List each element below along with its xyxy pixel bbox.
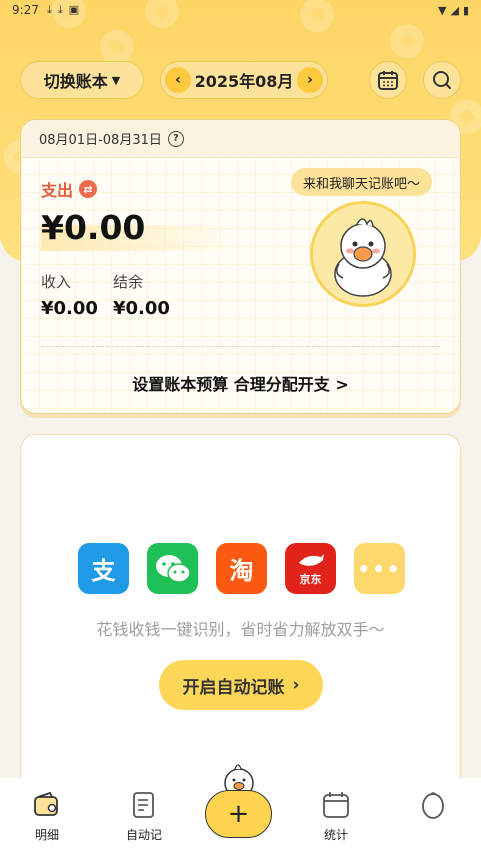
search-icon	[433, 71, 451, 89]
app-icon-row: 支 淘 京东 •••	[78, 543, 405, 594]
signal-icon: ◢	[450, 3, 459, 17]
enable-auto-record-button[interactable]: 开启自动记账 ›	[159, 660, 323, 710]
help-icon[interactable]: ?	[167, 130, 184, 147]
nav-details[interactable]: 明细	[15, 790, 79, 843]
wifi-icon: ▼	[438, 3, 447, 17]
jd-dog-icon	[298, 553, 324, 566]
wechat-icon	[147, 543, 198, 594]
taobao-icon: 淘	[216, 543, 267, 594]
balance-label: 结余	[113, 273, 144, 291]
jd-icon: 京东	[285, 543, 336, 594]
expense-label: 支出	[41, 181, 74, 200]
calendar-icon	[378, 71, 398, 90]
alipay-icon: 支	[78, 543, 129, 594]
calendar-button[interactable]	[369, 61, 407, 99]
switch-book-button[interactable]: 切换账本 ▼	[20, 61, 144, 99]
more-apps-icon: •••	[354, 543, 405, 594]
status-bar: 9:27 ⤓ ⤓ ▣ ▼ ◢ ▮	[0, 0, 481, 20]
month-label[interactable]: 2025年08月	[195, 68, 294, 92]
stats-calendar-icon	[321, 790, 351, 820]
coin-decoration	[100, 30, 134, 64]
coin-decoration	[390, 24, 424, 58]
chevron-right-icon: ›	[292, 675, 300, 695]
search-button[interactable]	[423, 61, 461, 99]
nav-auto-record-label: 自动记	[125, 828, 162, 842]
egg-icon	[418, 790, 448, 820]
duck-mascot-icon	[334, 218, 392, 297]
month-navigator: ‹ 2025年08月 ›	[160, 61, 328, 99]
nav-auto-record[interactable]: 自动记	[112, 790, 176, 843]
prev-month-button[interactable]: ‹	[165, 67, 191, 93]
income-label: 收入	[41, 273, 72, 291]
status-time: 9:27	[12, 3, 39, 17]
summary-card: 08月01日-08月31日 ? 支出 ⇄ ¥0.00 收入 ¥0.00 结余 ¥…	[20, 119, 461, 414]
jd-label: 京东	[299, 572, 322, 586]
download-icon: ⤓	[46, 3, 52, 16]
wallet-icon	[32, 790, 62, 820]
budget-link[interactable]: 设置账本预算 合理分配开支 >	[21, 371, 460, 395]
date-range-bar: 08月01日-08月31日 ?	[21, 120, 460, 158]
caret-down-icon: ▼	[111, 73, 121, 87]
nav-details-label: 明细	[34, 828, 59, 842]
nav-stats[interactable]: 统计	[304, 790, 368, 843]
date-range: 08月01日-08月31日	[39, 133, 162, 148]
battery-icon: ▮	[462, 3, 469, 17]
income-value: ¥0.00	[41, 298, 98, 319]
expense-toggle[interactable]: 支出 ⇄	[41, 177, 98, 201]
app-notification-icon: ▣	[68, 3, 80, 16]
divider	[41, 346, 440, 347]
next-month-button[interactable]: ›	[297, 67, 323, 93]
nav-stats-label: 统计	[323, 828, 348, 842]
auto-record-card: 支 淘 京东 ••• 花钱收钱一键识别，省时省力解放双手～ 开启自动记账 ›	[20, 434, 461, 814]
system-icons: ▼ ◢ ▮	[438, 4, 469, 17]
nav-profile[interactable]	[401, 790, 465, 826]
enable-auto-record-label: 开启自动记账	[182, 677, 285, 698]
chat-bubble[interactable]: 来和我聊天记账吧～	[291, 168, 433, 196]
switch-book-label: 切换账本	[43, 72, 108, 91]
download-icon: ⤓	[57, 3, 63, 16]
swap-icon: ⇄	[79, 180, 98, 198]
mascot-avatar[interactable]	[310, 201, 416, 307]
expense-amount: ¥0.00	[41, 208, 146, 247]
notification-icons: ⤓ ⤓ ▣	[47, 3, 79, 17]
notebook-icon	[129, 790, 159, 820]
balance-value: ¥0.00	[113, 298, 170, 319]
auto-record-description: 花钱收钱一键识别，省时省力解放双手～	[96, 620, 385, 639]
add-record-button[interactable]: +	[205, 790, 272, 838]
